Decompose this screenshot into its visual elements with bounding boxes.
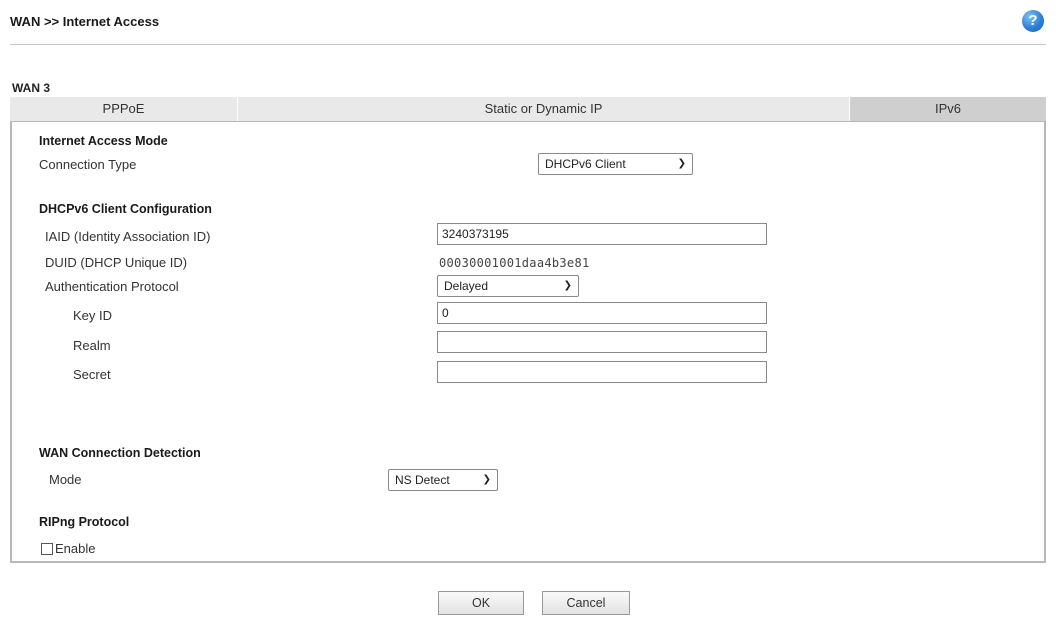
page-title: WAN >> Internet Access [10, 14, 160, 29]
chevron-down-icon: ❯ [482, 474, 491, 485]
detection-mode-value: NS Detect [395, 473, 450, 487]
ok-button[interactable]: OK [438, 591, 524, 615]
duid-value: 00030001001daa4b3e81 [439, 256, 590, 270]
connection-type-label: Connection Type [39, 157, 137, 172]
cancel-button[interactable]: Cancel [542, 591, 630, 615]
tab-bar: PPPoE Static or Dynamic IP IPv6 [10, 97, 1046, 121]
realm-input[interactable] [437, 331, 767, 353]
ripng-enable-label: Enable [55, 541, 96, 556]
wan-label: WAN 3 [12, 81, 51, 95]
ripng-heading: RIPng Protocol [39, 515, 130, 529]
auth-protocol-label: Authentication Protocol [45, 279, 179, 294]
chevron-down-icon: ❯ [677, 158, 686, 169]
wan-detection-heading: WAN Connection Detection [39, 446, 201, 460]
settings-panel: Internet Access Mode Connection Type DHC… [10, 121, 1046, 563]
iaid-label: IAID (Identity Association ID) [45, 229, 211, 244]
tab-pppoe[interactable]: PPPoE [10, 97, 238, 121]
secret-label: Secret [73, 367, 111, 382]
connection-type-value: DHCPv6 Client [545, 157, 626, 171]
duid-label: DUID (DHCP Unique ID) [45, 255, 188, 270]
tab-ipv6[interactable]: IPv6 [850, 97, 1046, 121]
key-id-input[interactable] [437, 302, 767, 324]
internet-access-mode-heading: Internet Access Mode [39, 134, 168, 148]
chevron-down-icon: ❯ [563, 280, 572, 291]
ripng-enable-checkbox[interactable] [41, 543, 53, 555]
detection-mode-label: Mode [49, 472, 82, 487]
connection-type-select[interactable]: DHCPv6 Client ❯ [538, 153, 693, 175]
secret-input[interactable] [437, 361, 767, 383]
title-divider [10, 44, 1046, 45]
auth-protocol-select[interactable]: Delayed ❯ [437, 275, 579, 297]
key-id-label: Key ID [73, 308, 113, 323]
dhcpv6-config-heading: DHCPv6 Client Configuration [39, 202, 212, 216]
detection-mode-select[interactable]: NS Detect ❯ [388, 469, 498, 491]
realm-label: Realm [73, 338, 111, 353]
tab-static-dynamic-ip[interactable]: Static or Dynamic IP [238, 97, 850, 121]
auth-protocol-value: Delayed [444, 279, 489, 293]
help-icon[interactable]: ? [1022, 10, 1044, 32]
iaid-input[interactable] [437, 223, 767, 245]
